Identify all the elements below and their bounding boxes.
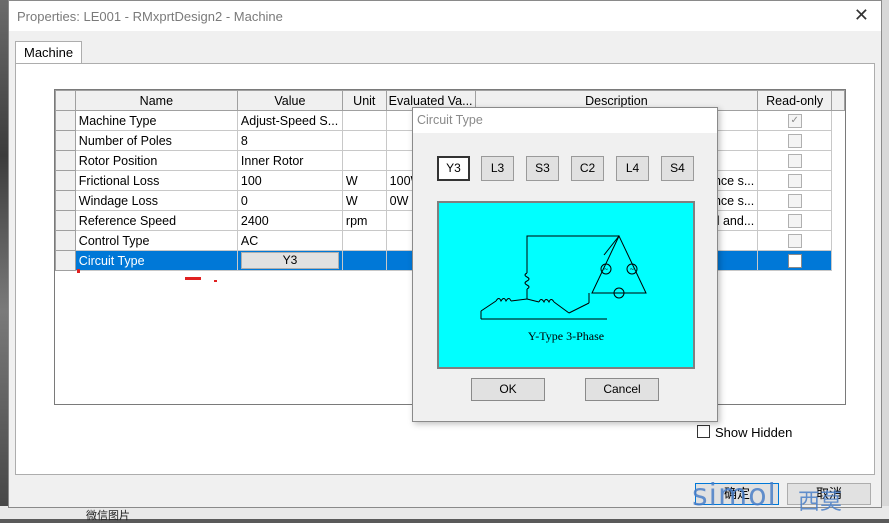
svg-text:~: ~	[603, 266, 608, 273]
cell-filler	[831, 150, 845, 171]
circuit-type-button-l4[interactable]: L4	[616, 156, 649, 181]
circuit-type-button-s4[interactable]: S4	[661, 156, 694, 181]
show-hidden-checkbox[interactable]: Show Hidden	[697, 425, 792, 440]
show-hidden-box[interactable]	[697, 425, 710, 438]
readonly-checkbox[interactable]: ✓	[787, 113, 802, 128]
watermark-logo: simol	[692, 478, 777, 513]
column-header-unit[interactable]: Unit	[341, 90, 387, 111]
circuit-type-dialog: Circuit Type Y3 L3 S3 C2 L4 S4 ~ ~ ~ Y-T…	[412, 107, 718, 422]
annotation-mark	[77, 269, 80, 273]
cell-readonly[interactable]	[757, 150, 833, 171]
cell-unit[interactable]	[341, 230, 387, 251]
cell-value[interactable]: 0	[236, 190, 343, 211]
cell-readonly[interactable]	[757, 190, 833, 211]
svg-text:~: ~	[616, 290, 621, 297]
column-header-readonly[interactable]: Read-only	[757, 90, 833, 111]
cell-filler	[831, 190, 845, 211]
circuit-type-value-button[interactable]: Y3	[240, 252, 339, 269]
cell-unit[interactable]: W	[341, 170, 387, 191]
column-header-name[interactable]: Name	[74, 90, 238, 111]
cell-readonly[interactable]	[757, 250, 833, 271]
readonly-checkbox[interactable]	[787, 233, 802, 248]
row-selector[interactable]	[55, 210, 76, 231]
cell-name[interactable]: Control Type	[74, 230, 238, 251]
cell-readonly[interactable]	[757, 210, 833, 231]
dialog-cancel-button[interactable]: Cancel	[585, 378, 659, 401]
row-selector[interactable]	[55, 250, 76, 271]
show-hidden-label: Show Hidden	[715, 425, 793, 440]
cell-filler	[831, 110, 845, 131]
dialog-ok-button[interactable]: OK	[471, 378, 545, 401]
cell-filler	[831, 210, 845, 231]
cell-unit[interactable]: W	[341, 190, 387, 211]
readonly-checkbox[interactable]	[787, 133, 802, 148]
row-selector[interactable]	[55, 170, 76, 191]
circuit-preview: ~ ~ ~ Y-Type 3-Phase	[437, 201, 695, 369]
cell-value[interactable]: 2400	[236, 210, 343, 231]
cell-filler	[831, 250, 845, 271]
readonly-checkbox[interactable]	[787, 153, 802, 168]
annotation-mark	[185, 277, 201, 280]
cell-name[interactable]: Frictional Loss	[74, 170, 238, 191]
cell-name[interactable]: Number of Poles	[74, 130, 238, 151]
row-selector[interactable]	[55, 110, 76, 131]
cell-unit[interactable]: rpm	[341, 210, 387, 231]
circuit-type-button-y3[interactable]: Y3	[437, 156, 470, 181]
window-title: Properties: LE001 - RMxprtDesign2 - Mach…	[17, 9, 283, 24]
cell-value[interactable]: Y3	[236, 250, 343, 271]
readonly-checkbox[interactable]	[787, 213, 802, 228]
annotation-mark	[214, 280, 217, 282]
circuit-type-button-s3[interactable]: S3	[526, 156, 559, 181]
row-selector[interactable]	[55, 130, 76, 151]
cell-value[interactable]: AC	[236, 230, 343, 251]
cell-value[interactable]: 8	[236, 130, 343, 151]
taskbar-caption: 微信图片	[86, 510, 130, 522]
preview-caption: Y-Type 3-Phase	[527, 329, 605, 343]
dialog-title-bar: Circuit Type	[413, 108, 717, 133]
cell-readonly[interactable]	[757, 230, 833, 251]
cell-value[interactable]: Inner Rotor	[236, 150, 343, 171]
row-selector[interactable]	[55, 190, 76, 211]
column-header-value[interactable]: Value	[236, 90, 343, 111]
cell-unit[interactable]	[341, 250, 387, 271]
cell-name[interactable]: Windage Loss	[74, 190, 238, 211]
readonly-checkbox[interactable]	[787, 193, 802, 208]
cell-name[interactable]: Reference Speed	[74, 210, 238, 231]
cell-readonly[interactable]	[757, 170, 833, 191]
cell-filler	[831, 170, 845, 191]
svg-text:~: ~	[629, 266, 634, 273]
cell-unit[interactable]	[341, 150, 387, 171]
watermark-logo-cn: 西莫	[798, 490, 843, 515]
readonly-checkbox[interactable]	[787, 253, 802, 268]
cell-value[interactable]: 100	[236, 170, 343, 191]
tab-machine[interactable]: Machine	[15, 41, 83, 64]
row-selector[interactable]	[55, 230, 76, 251]
cell-unit[interactable]	[341, 110, 387, 131]
close-icon[interactable]: ✕	[854, 5, 869, 26]
row-selector[interactable]	[55, 150, 76, 171]
cell-name[interactable]: Machine Type	[74, 110, 238, 131]
cell-readonly[interactable]	[757, 130, 833, 151]
circuit-type-button-c2[interactable]: C2	[571, 156, 604, 181]
cell-readonly[interactable]: ✓	[757, 110, 833, 131]
readonly-checkbox[interactable]	[787, 173, 802, 188]
row-selector-header	[55, 90, 76, 111]
title-bar: Properties: LE001 - RMxprtDesign2 - Mach…	[9, 1, 881, 31]
cell-value[interactable]: Adjust-Speed S...	[236, 110, 343, 131]
cell-filler	[831, 130, 845, 151]
cell-unit[interactable]	[341, 130, 387, 151]
circuit-type-button-l3[interactable]: L3	[481, 156, 514, 181]
cell-name[interactable]: Circuit Type	[74, 250, 238, 271]
cell-filler	[831, 230, 845, 251]
cell-name[interactable]: Rotor Position	[74, 150, 238, 171]
column-header-filler	[831, 90, 845, 111]
dialog-title: Circuit Type	[417, 113, 483, 127]
